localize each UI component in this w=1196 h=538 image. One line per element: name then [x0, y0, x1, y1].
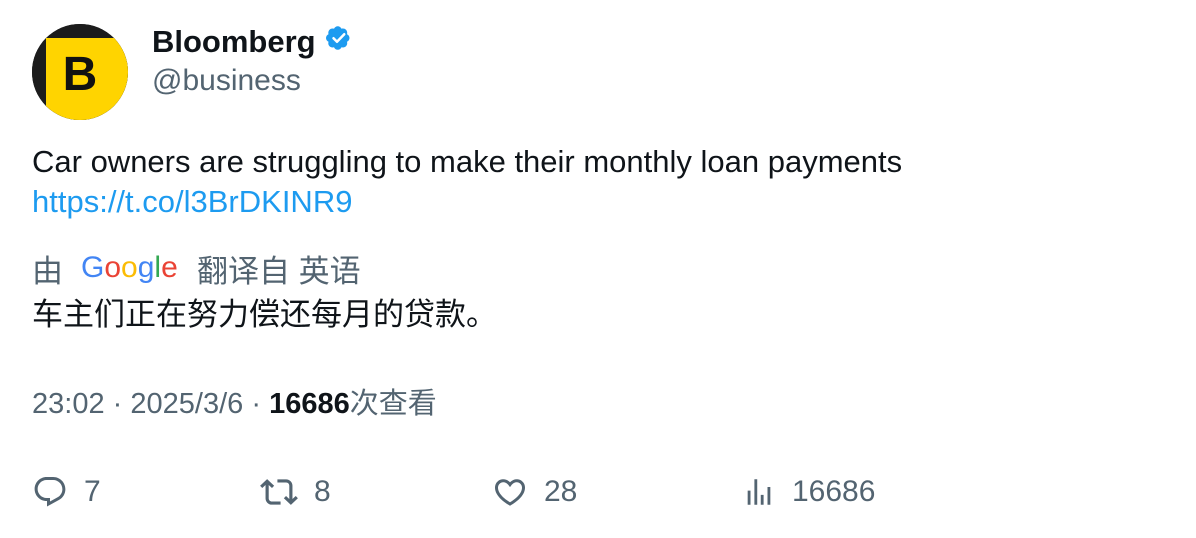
author-handle[interactable]: @business: [152, 64, 301, 98]
verified-badge-icon: [324, 23, 354, 61]
like-button[interactable]: 28: [492, 470, 577, 514]
tweet-meta: 23:02 · 2025/3/6 · 16686次查看: [32, 384, 437, 424]
google-logo[interactable]: Google: [81, 251, 179, 285]
retweet-count: 8: [314, 475, 331, 508]
tweet-time[interactable]: 23:02: [32, 388, 105, 420]
tweet-body: Car owners are struggling to make their …: [32, 142, 1162, 222]
like-count: 28: [544, 475, 578, 508]
analytics-icon: [742, 474, 776, 510]
author-name-row[interactable]: Bloomberg: [152, 23, 354, 61]
tweet-actions: 7 8 28 16686: [32, 470, 1172, 514]
translation-attribution: 由 Google 翻译自 英语: [32, 246, 361, 290]
reply-count: 7: [84, 475, 101, 508]
translated-text: 车主们正在努力偿还每月的贷款。: [32, 297, 497, 332]
reply-icon: [32, 474, 68, 510]
tweet-link[interactable]: https://t.co/l3BrDKINR9: [32, 182, 1162, 222]
tweet-date[interactable]: 2025/3/6: [130, 388, 243, 420]
tweet-text: Car owners are struggling to make their …: [32, 144, 903, 179]
views-label: 次查看: [349, 388, 437, 420]
meta-separator: ·: [251, 388, 261, 420]
retweet-icon: [260, 473, 298, 511]
meta-separator: ·: [112, 388, 123, 420]
reply-button[interactable]: 7: [32, 470, 101, 514]
svg-text:Google: Google: [81, 251, 178, 284]
views-count: 16686: [269, 388, 350, 420]
retweet-button[interactable]: 8: [260, 470, 331, 514]
translation-suffix: 翻译自 英语: [197, 253, 361, 289]
analytics-count: 16686: [792, 475, 876, 508]
heart-icon: [492, 474, 528, 510]
analytics-button[interactable]: 16686: [742, 470, 875, 514]
translation-prefix: 由: [32, 253, 63, 289]
author-avatar[interactable]: B: [32, 24, 128, 120]
author-name[interactable]: Bloomberg: [152, 24, 316, 60]
avatar-letter: B: [63, 48, 98, 101]
